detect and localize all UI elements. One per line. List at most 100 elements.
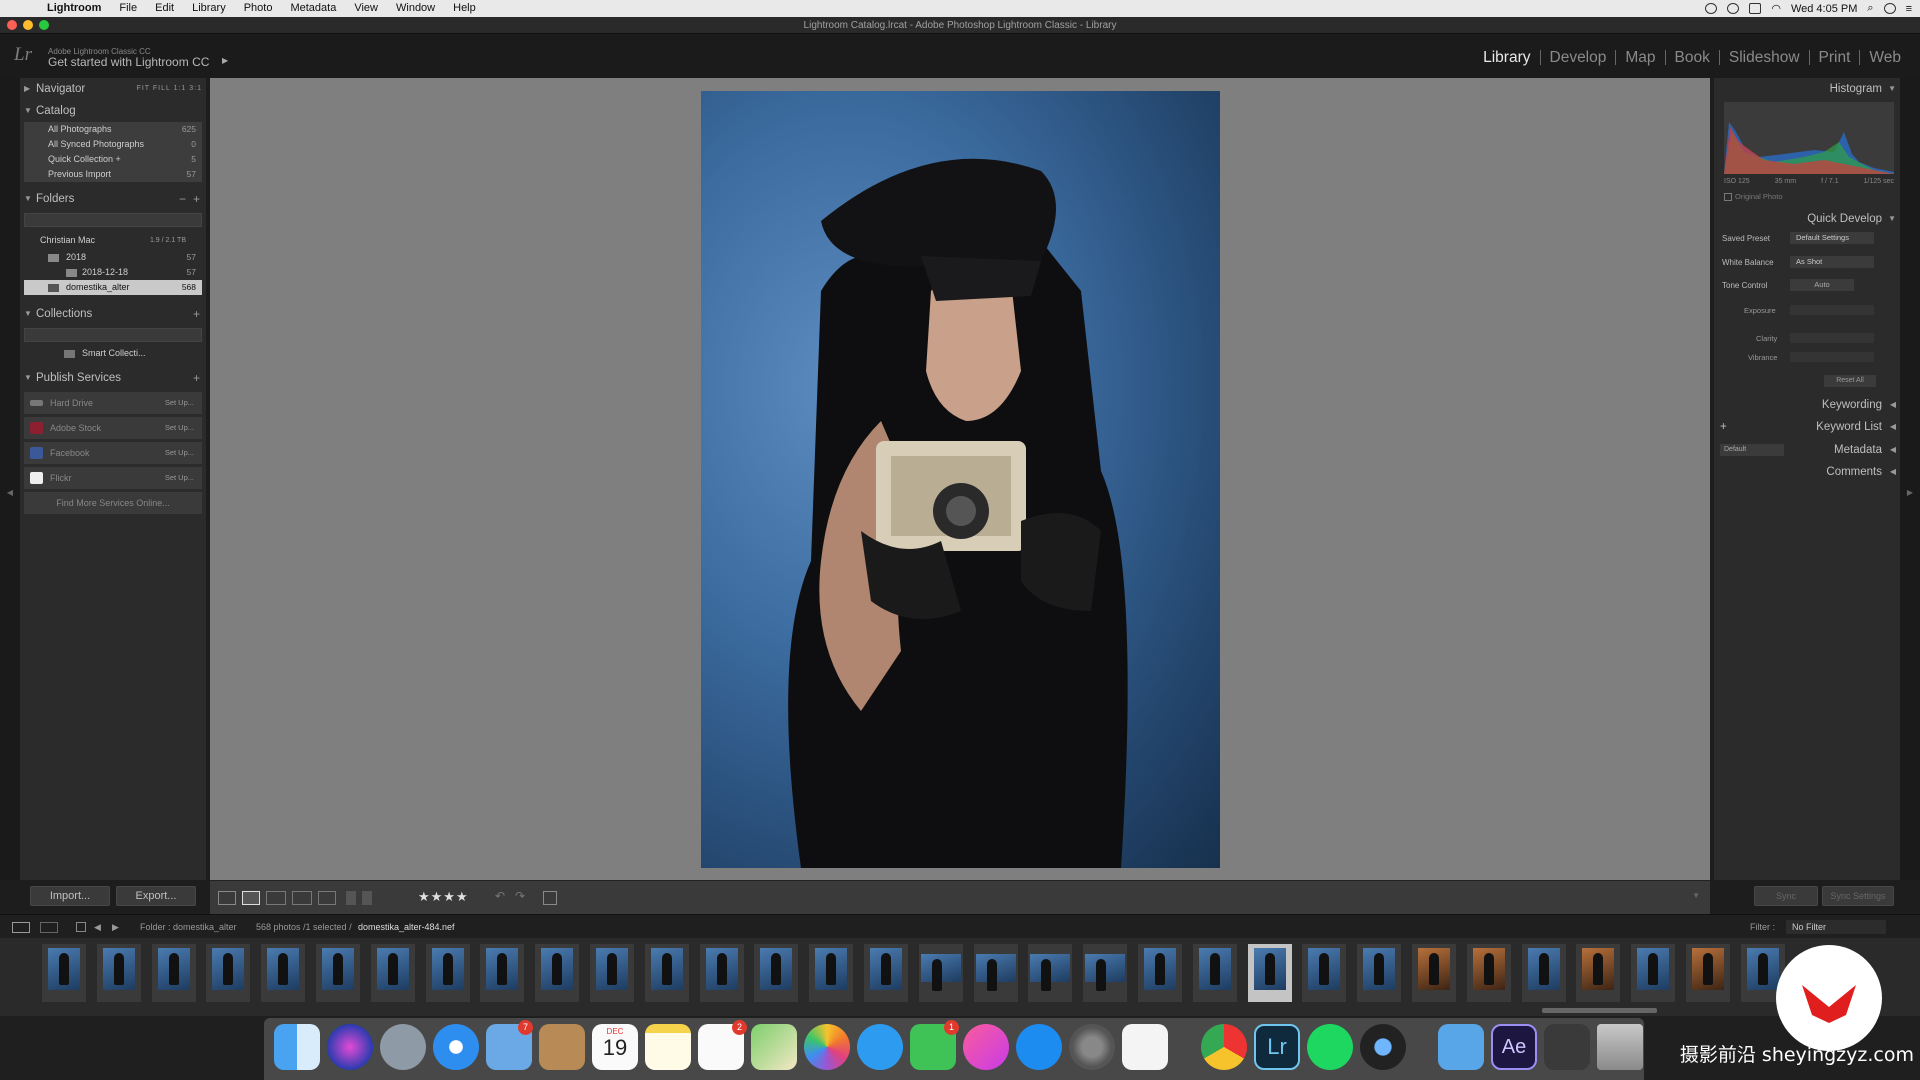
metadata-header[interactable]: Default Metadata ◀ [1714,439,1900,461]
star-rating[interactable]: ★★★★ [418,889,469,905]
filmstrip-thumbnail[interactable] [316,944,360,1002]
user-icon[interactable] [1883,3,1896,14]
maps-icon[interactable] [751,1024,797,1070]
creative-cloud-icon[interactable] [1727,3,1740,14]
calendar-icon[interactable]: DEC 19 [592,1024,638,1070]
setup-link[interactable]: Set Up... [165,417,194,439]
downloads-stack-icon[interactable] [1544,1024,1590,1070]
collection-filter-input[interactable] [24,328,202,342]
saved-preset-select[interactable]: Default Settings [1790,232,1874,244]
filmstrip-thumbnail[interactable] [1631,944,1676,1002]
secondary-window-icon[interactable] [40,922,58,933]
trash-icon[interactable] [1597,1024,1643,1070]
spotlight-icon[interactable]: ⌕ [1867,2,1873,15]
add-keyword-icon[interactable]: + [1720,416,1727,438]
filmstrip-thumbnail[interactable] [370,944,415,1002]
maximize-icon[interactable] [39,20,49,30]
sync-settings-button[interactable]: Sync Settings [1822,886,1894,906]
flag-icon[interactable] [346,891,356,905]
catalog-item-previous-import[interactable]: Previous Import 57 [24,167,202,182]
keywording-header[interactable]: Keywording ◀ [1714,394,1900,416]
filmstrip-thumbnail[interactable] [1302,944,1347,1002]
publish-adobe-stock[interactable]: Adobe Stock Set Up... [24,417,202,439]
filmstrip-thumbnail[interactable] [206,944,251,1002]
filmstrip-thumbnail[interactable] [425,944,470,1002]
filmstrip-thumbnail[interactable] [644,944,689,1002]
forward-icon[interactable]: ▶ [112,915,119,939]
wifi-icon[interactable]: ◠ [1771,2,1781,15]
chevron-right-icon[interactable]: ▶ [1900,488,1920,497]
filmstrip-thumbnail[interactable] [1247,944,1292,1002]
disclosure-collapsed-icon[interactable]: ▶ [24,78,30,100]
selected-file[interactable]: domestika_alter-484.nef [358,915,455,939]
module-map[interactable]: Map [1615,50,1664,65]
add-folder-icon[interactable]: + [193,188,200,210]
disclosure-collapsed-icon[interactable]: ◀ [1890,416,1896,438]
filmstrip-thumbnail[interactable] [1138,944,1182,1002]
disclosure-expanded-icon[interactable]: ▼ [1888,78,1896,100]
folders-header[interactable]: ▼ Folders − + [20,188,206,210]
folder-filter-input[interactable] [24,213,202,227]
export-button[interactable]: Export... [116,886,196,906]
filmstrip-thumbnail[interactable] [1686,944,1730,1002]
navigator-zoom-options[interactable]: FIT FILL 1:1 3:1 [137,78,202,100]
filmstrip-thumbnail[interactable] [754,944,799,1002]
grid-icon[interactable] [76,922,86,932]
reject-flag-icon[interactable] [362,891,372,905]
primary-window-icon[interactable] [12,922,30,933]
filmstrip-thumbnail[interactable] [973,944,1018,1002]
app-store-icon[interactable] [1016,1024,1062,1070]
left-panel-toggle[interactable]: ◀ [0,78,20,880]
notes-icon[interactable] [645,1024,691,1070]
right-panel-toggle[interactable]: ▶ [1900,78,1920,880]
catalog-item-all-photographs[interactable]: All Photographs 625 [24,122,202,137]
filmstrip-thumbnail[interactable] [151,944,196,1002]
rotate-right-icon[interactable]: ↷ [515,889,529,903]
filmstrip-thumbnail[interactable] [480,944,525,1002]
find-more-services-button[interactable]: Find More Services Online... [24,492,202,514]
safari-icon[interactable] [433,1024,479,1070]
messages-icon[interactable] [857,1024,903,1070]
folder-stack-icon[interactable] [1438,1024,1484,1070]
disclosure-collapsed-icon[interactable]: ◀ [1890,439,1896,461]
vibrance-stepper[interactable] [1790,352,1874,362]
siri-icon[interactable] [327,1024,373,1070]
catalog-item-synced[interactable]: All Synced Photographs 0 [24,137,202,152]
publish-hard-drive[interactable]: Hard Drive Set Up... [24,392,202,414]
checkbox-icon[interactable] [1724,193,1732,202]
setup-link[interactable]: Set Up... [165,442,194,464]
module-library[interactable]: Library [1474,50,1539,66]
catalog-header[interactable]: ▼ Catalog [20,100,206,122]
filmstrip-thumbnail[interactable] [261,944,306,1002]
clarity-stepper[interactable] [1790,333,1874,343]
filmstrip-thumbnail[interactable] [1521,944,1566,1002]
folder-2018-12-18[interactable]: 2018-12-18 57 [24,265,202,280]
compare-view-icon[interactable] [266,891,286,905]
clock[interactable]: Wed 4:05 PM [1791,3,1857,15]
filmstrip-thumbnail[interactable] [1576,944,1621,1002]
filmstrip-thumbnail[interactable] [42,944,86,1002]
module-print[interactable]: Print [1808,50,1860,65]
dropbox-icon[interactable] [1749,3,1762,14]
survey-view-icon[interactable] [292,891,312,905]
disclosure-expanded-icon[interactable]: ▼ [24,100,32,122]
add-publish-icon[interactable]: + [193,367,200,389]
module-slideshow[interactable]: Slideshow [1718,50,1809,65]
disclosure-expanded-icon[interactable]: ▼ [24,367,32,389]
filmstrip-thumbnail[interactable] [1357,944,1402,1002]
quick-develop-header[interactable]: Quick Develop ▼ [1714,208,1900,230]
menu-library[interactable]: Library [183,0,235,17]
loupe-view[interactable] [210,78,1710,880]
histogram-header[interactable]: Histogram ▼ [1714,78,1900,100]
disclosure-expanded-icon[interactable]: ▼ [24,188,32,210]
filmstrip-thumbnail[interactable] [809,944,854,1002]
comments-header[interactable]: Comments ◀ [1714,461,1900,483]
filmstrip-thumbnail[interactable] [1466,944,1511,1002]
minimize-icon[interactable] [23,20,33,30]
rotate-left-icon[interactable]: ↶ [495,889,509,903]
import-button[interactable]: Import... [30,886,110,906]
menu-app[interactable]: Lightroom [38,0,110,17]
menu-file[interactable]: File [110,0,146,17]
folder-2018[interactable]: 2018 57 [24,250,202,265]
add-collection-icon[interactable]: + [193,303,200,325]
